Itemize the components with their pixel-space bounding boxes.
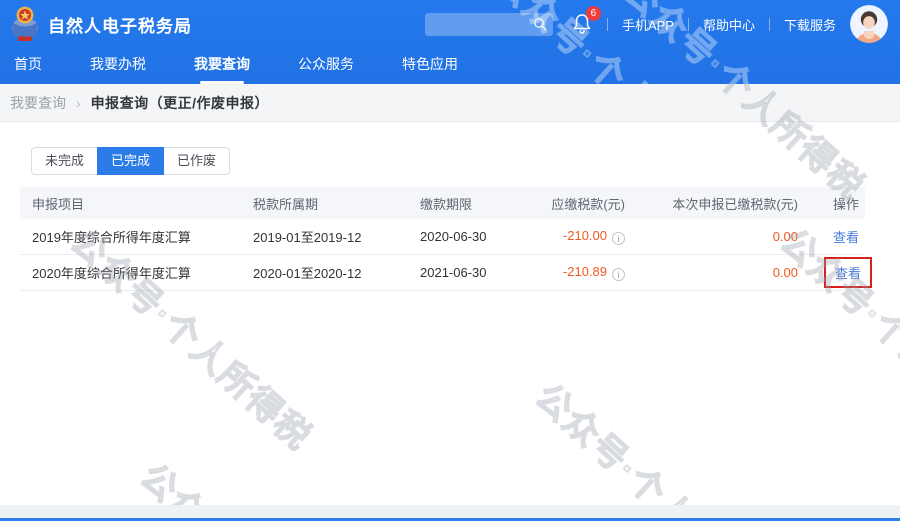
tax-due-amount: -210.00 (563, 228, 607, 243)
table-row: 2020年度综合所得年度汇算 2020-01至2020-12 2021-06-3… (20, 255, 865, 291)
cell-tax-paid: 0.00 (650, 229, 820, 244)
main-content: 未完成 已完成 已作废 申报项目 税款所属期 缴款期限 应缴税款(元) 本次申报… (0, 122, 900, 291)
notification-bell[interactable]: 6 (571, 12, 593, 36)
nav-item-handle-tax[interactable]: 我要办税 (86, 48, 150, 84)
footer-strip (0, 505, 900, 518)
tax-bureau-emblem-logo (10, 5, 40, 43)
app-header: 自然人电子税务局 6 手机APP (0, 0, 900, 48)
divider (769, 18, 770, 31)
cell-period: 2019-01至2019-12 (245, 227, 410, 246)
tab-voided[interactable]: 已作废 (163, 147, 230, 175)
cell-deadline: 2020-06-30 (410, 229, 540, 244)
cell-tax-paid: 0.00 (650, 265, 820, 280)
table-header-row: 申报项目 税款所属期 缴款期限 应缴税款(元) 本次申报已缴税款(元) 操作 (20, 187, 865, 219)
cell-tax-due: -210.00 i (540, 228, 650, 245)
cell-tax-due: -210.89 i (540, 264, 650, 281)
col-header-action: 操作 (820, 194, 865, 213)
nav-item-home[interactable]: 首页 (10, 48, 46, 84)
tab-completed[interactable]: 已完成 (97, 147, 164, 175)
breadcrumb-parent[interactable]: 我要查询 (10, 93, 66, 113)
help-center-link[interactable]: 帮助中心 (703, 15, 755, 34)
status-filter-tabs: 未完成 已完成 已作废 (31, 147, 230, 175)
nav-item-featured-apps[interactable]: 特色应用 (398, 48, 462, 84)
search-icon[interactable] (533, 17, 547, 31)
tax-paid-amount: 0.00 (773, 229, 798, 244)
breadcrumb: 我要查询 › 申报查询（更正/作废申报） (0, 84, 900, 122)
page: 公众号·个人所得税 公众号·个人所得税 自然人电子税务局 (0, 0, 900, 521)
view-link[interactable]: 查看 (833, 230, 859, 245)
cell-item: 2019年度综合所得年度汇算 (20, 227, 245, 246)
cell-period: 2020-01至2020-12 (245, 263, 410, 282)
search-input[interactable] (433, 13, 533, 36)
tab-incomplete[interactable]: 未完成 (31, 147, 98, 175)
col-header-tax-due: 应缴税款(元) (540, 194, 650, 213)
search-box (425, 13, 553, 36)
watermark-text: 公众号·个人所得税 (131, 450, 395, 505)
cell-deadline: 2021-06-30 (410, 265, 540, 280)
mobile-app-link[interactable]: 手机APP (622, 15, 674, 34)
tax-due-amount: -210.89 (563, 264, 607, 279)
cell-action: 查看 (820, 263, 865, 282)
col-header-item: 申报项目 (20, 194, 245, 213)
notification-badge: 6 (586, 6, 601, 21)
breadcrumb-separator-icon: › (76, 95, 81, 111)
divider (607, 18, 608, 31)
user-avatar[interactable] (850, 5, 888, 43)
header-right: 6 手机APP 帮助中心 下载服务 (425, 5, 888, 43)
app-title: 自然人电子税务局 (48, 12, 192, 37)
col-header-deadline: 缴款期限 (410, 194, 540, 213)
main-nav: 首页 我要办税 我要查询 公众服务 特色应用 (0, 48, 900, 84)
col-header-period: 税款所属期 (245, 194, 410, 213)
cell-action: 查看 (820, 227, 865, 246)
info-icon[interactable]: i (612, 232, 625, 245)
divider (688, 18, 689, 31)
view-link[interactable]: 查看 (835, 266, 861, 281)
declaration-table: 申报项目 税款所属期 缴款期限 应缴税款(元) 本次申报已缴税款(元) 操作 2… (20, 187, 865, 291)
download-service-link[interactable]: 下载服务 (784, 15, 836, 34)
cell-item: 2020年度综合所得年度汇算 (20, 263, 245, 282)
col-header-tax-paid: 本次申报已缴税款(元) (650, 194, 820, 213)
nav-item-query[interactable]: 我要查询 (190, 48, 254, 84)
table-row: 2019年度综合所得年度汇算 2019-01至2019-12 2020-06-3… (20, 219, 865, 255)
nav-item-public-service[interactable]: 公众服务 (294, 48, 358, 84)
info-icon[interactable]: i (612, 268, 625, 281)
top-blue-bar: 公众号·个人所得税 公众号·个人所得税 自然人电子税务局 (0, 0, 900, 84)
breadcrumb-current: 申报查询（更正/作废申报） (91, 93, 269, 113)
highlight-box: 查看 (824, 257, 872, 288)
watermark-text: 公众号·个人所得税 (526, 370, 790, 505)
tax-paid-amount: 0.00 (773, 265, 798, 280)
